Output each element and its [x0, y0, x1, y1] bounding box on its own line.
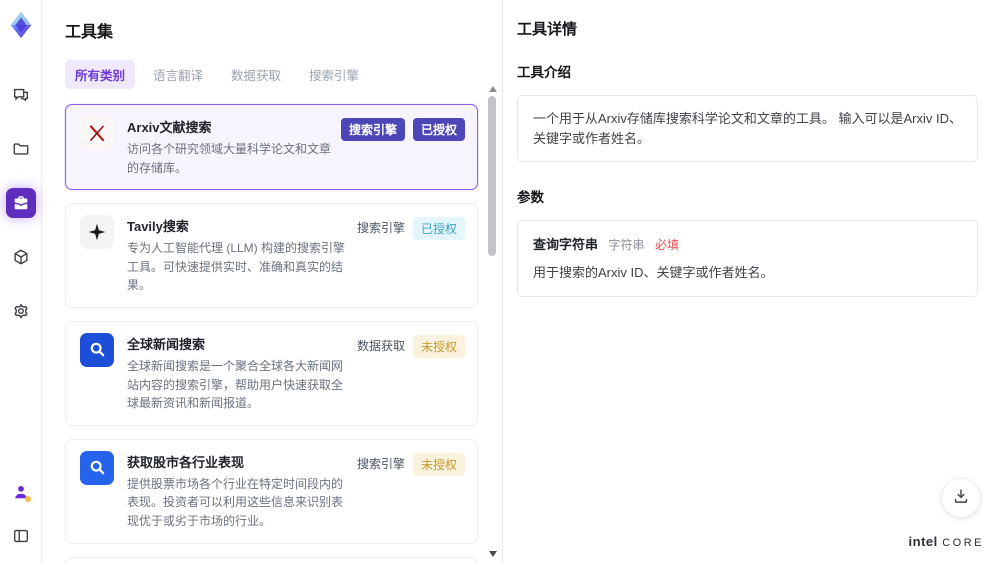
sidebar-item-chat[interactable]	[6, 80, 36, 110]
tool-tags: 搜索引擎 已授权	[340, 116, 465, 177]
toolbox-icon	[12, 194, 30, 212]
sidebar-item-files[interactable]	[6, 134, 36, 164]
tab-search-engine[interactable]: 搜索引擎	[299, 60, 369, 89]
tool-card[interactable]: 全球新闻搜索 全球新闻搜索是一个聚合全球各大新闻网站内容的搜索引擎，帮助用户快速…	[65, 320, 478, 426]
chat-icon	[12, 86, 30, 104]
intro-text: 一个用于从Arxiv存储库搜索科学论文和文章的工具。 输入可以是Arxiv ID…	[533, 111, 963, 146]
sidebar-nav	[5, 80, 36, 326]
tool-name: 获取股市各行业表现	[127, 454, 245, 470]
tool-description: 专为人工智能代理 (LLM) 构建的搜索引擎工具。可快速提供实时、准确和真实的结…	[127, 241, 346, 293]
param-box: 查询字符串 字符串 必填 用于搜索的Arxiv ID、关键字或作者姓名。	[517, 220, 978, 297]
tool-card[interactable]: Tavily搜索 专为人工智能代理 (LLM) 构建的搜索引擎工具。可快速提供实…	[65, 203, 478, 308]
scrollbar-thumb[interactable]	[488, 96, 496, 256]
intro-box: 一个用于从Arxiv存储库搜索科学论文和文章的工具。 输入可以是Arxiv ID…	[517, 95, 978, 162]
arxiv-icon	[80, 116, 114, 150]
tool-status-badge: 未授权	[412, 334, 465, 358]
sidebar-item-settings[interactable]	[6, 296, 36, 326]
download-button[interactable]	[942, 479, 980, 517]
sidebar-item-collapse[interactable]	[6, 521, 36, 551]
tool-name: 全球新闻搜索	[127, 336, 206, 352]
tool-description: 提供股票市场各个行业在特定时间段内的表现。投资者可以利用这些信息来识别表现优于或…	[127, 476, 344, 528]
tool-category-tag: 搜索引擎	[340, 118, 405, 141]
news-search-icon	[80, 332, 114, 367]
tool-card[interactable]: Arxiv文献搜索 访问各个研究领域大量科学论文和文章的存储库。 搜索引擎 已授…	[65, 104, 478, 191]
tool-description: 全球新闻搜索是一个聚合全球各大新闻网站内容的搜索引擎，帮助用户快速获取全球最新资…	[127, 358, 344, 411]
user-icon	[12, 483, 31, 502]
tool-detail-panel: 工具详情 工具介绍 一个用于从Arxiv存储库搜索科学论文和文章的工具。 输入可…	[503, 0, 1000, 563]
param-type: 字符串	[608, 238, 645, 252]
page-title: 工具集	[65, 24, 114, 41]
tools-panel: 工具集 所有类别 语言翻译 数据获取 搜索引擎 Arxiv文献搜索 访问各个研究…	[42, 0, 503, 563]
category-tabs: 所有类别 语言翻译 数据获取 搜索引擎	[65, 60, 478, 89]
tool-name: Arxiv文献搜索	[127, 120, 212, 135]
download-icon	[952, 487, 970, 510]
tool-category-tag: 数据获取	[356, 338, 405, 353]
tool-card[interactable]: 获取股市各行业表现 提供股票市场各个行业在特定时间段内的表现。投资者可以利用这些…	[65, 438, 478, 544]
tool-category-tag: 搜索引擎	[356, 456, 405, 471]
status-dot	[24, 496, 31, 502]
intro-heading: 工具介绍	[517, 65, 571, 80]
sidebar	[0, 0, 42, 563]
app-logo	[6, 10, 36, 40]
tool-list: Arxiv文献搜索 访问各个研究领域大量科学论文和文章的存储库。 搜索引擎 已授…	[65, 104, 478, 563]
tool-status-badge: 已授权	[412, 217, 465, 241]
tool-tags: 数据获取 未授权	[347, 333, 465, 413]
tool-status-badge: 已授权	[412, 118, 465, 141]
tab-language-translation[interactable]: 语言翻译	[143, 60, 213, 89]
param-description: 用于搜索的Arxiv ID、关键字或作者姓名。	[533, 265, 774, 280]
detail-title: 工具详情	[517, 21, 578, 38]
tool-tags: 搜索引擎 未授权	[347, 451, 465, 531]
tool-name: Tavily搜索	[127, 219, 189, 235]
params-heading: 参数	[517, 190, 544, 205]
tool-tags: 搜索引擎 已授权	[347, 215, 465, 295]
param-name: 查询字符串	[533, 237, 599, 252]
app-window: 工具集 所有类别 语言翻译 数据获取 搜索引擎 Arxiv文献搜索 访问各个研究…	[0, 0, 1000, 563]
param-required-badge: 必填	[654, 238, 679, 252]
tool-description: 访问各个研究领域大量科学论文和文章的存储库。	[127, 142, 332, 175]
stock-search-icon	[80, 450, 114, 485]
tab-data-fetch[interactable]: 数据获取	[221, 60, 291, 89]
star-icon	[80, 215, 114, 250]
tab-all-categories[interactable]: 所有类别	[65, 60, 136, 89]
brand-core: CORE	[942, 537, 984, 550]
scroll-up-arrow[interactable]	[489, 86, 497, 92]
folder-icon	[12, 140, 30, 158]
scrollbar[interactable]	[488, 86, 497, 557]
cube-icon	[12, 248, 30, 266]
sidebar-item-tools[interactable]	[5, 188, 36, 218]
panel-toggle-icon	[12, 527, 30, 545]
param-header: 查询字符串 字符串 必填	[533, 234, 962, 254]
tool-card[interactable]: 获取市场最活跃股票信息 提供当天交易量最高的股票列表，投资者可以利用这些信息来识…	[65, 556, 478, 563]
brand-intel: intel	[908, 534, 938, 550]
sidebar-bottom	[6, 477, 36, 551]
tool-category-tag: 搜索引擎	[356, 221, 405, 236]
tool-status-badge: 未授权	[412, 452, 465, 476]
sidebar-item-models[interactable]	[6, 242, 36, 272]
intel-core-logo: intel CORE	[909, 533, 984, 551]
scroll-down-arrow[interactable]	[489, 551, 497, 557]
gear-icon	[12, 302, 30, 320]
sidebar-item-profile[interactable]	[6, 477, 36, 507]
